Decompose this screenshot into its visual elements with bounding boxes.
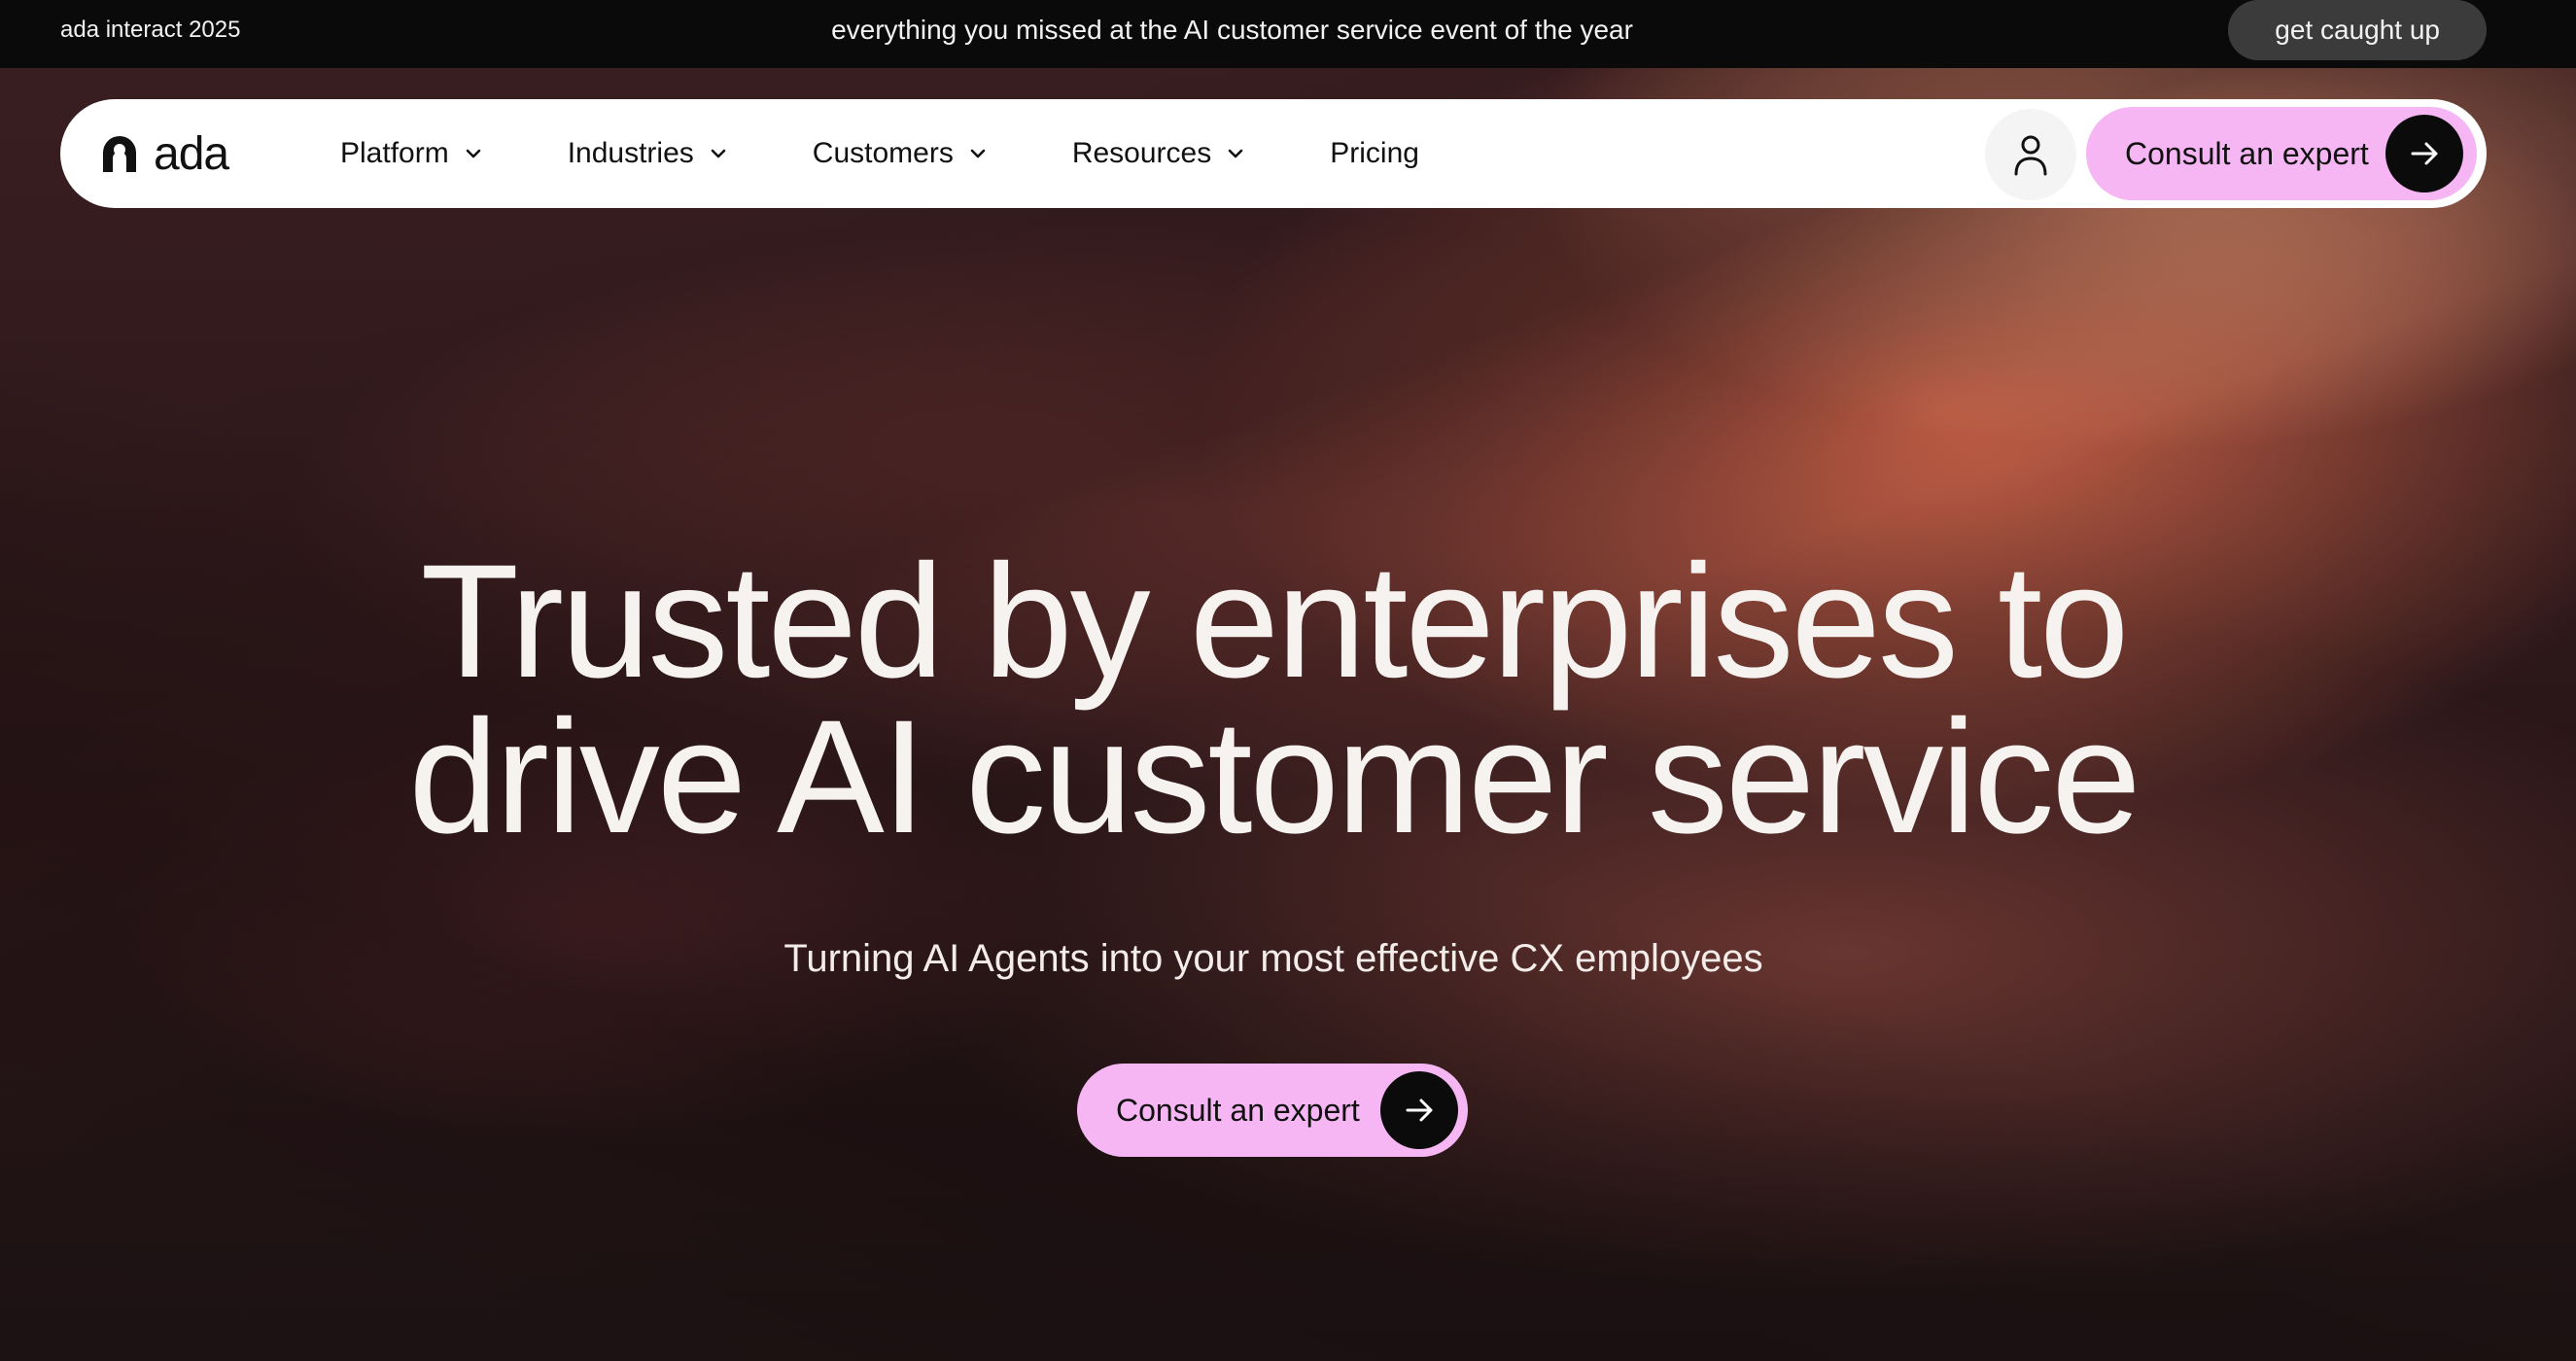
main-navbar: ada Platform Industries Customers Resour…	[60, 99, 2487, 208]
consult-expert-button-nav[interactable]: Consult an expert	[2086, 107, 2477, 200]
nav-item-pricing[interactable]: Pricing	[1330, 137, 1419, 170]
nav-item-label: Industries	[567, 137, 694, 169]
chevron-down-icon	[463, 143, 484, 164]
logo-wordmark: ada	[154, 127, 229, 180]
ada-logo-icon	[103, 136, 136, 172]
ada-logo[interactable]: ada	[99, 127, 229, 180]
nav-item-label: Pricing	[1330, 137, 1419, 169]
hero-headline: Trusted by enterprises to drive AI custo…	[0, 541, 2547, 858]
arrow-right-icon	[2385, 115, 2463, 192]
get-caught-up-button[interactable]: get caught up	[2228, 0, 2487, 60]
headline-line-2: drive AI customer service	[408, 687, 2141, 867]
chevron-down-icon	[967, 143, 989, 164]
nav-item-label: Customers	[812, 137, 954, 169]
announcement-text[interactable]: everything you missed at the AI customer…	[0, 0, 2464, 60]
chevron-down-icon	[708, 143, 729, 164]
headline-line-1: Trusted by enterprises to	[420, 532, 2130, 712]
account-button[interactable]	[1985, 109, 2076, 200]
nav-item-platform[interactable]: Platform	[340, 137, 484, 170]
cta-label: Consult an expert	[1116, 1092, 1360, 1128]
nav-item-resources[interactable]: Resources	[1072, 137, 1246, 170]
nav-item-industries[interactable]: Industries	[568, 137, 729, 170]
user-icon	[2014, 135, 2047, 176]
arrow-right-icon	[1380, 1071, 1458, 1149]
hero-subheadline: Turning AI Agents into your most effecti…	[783, 937, 1763, 980]
consult-expert-button-hero[interactable]: Consult an expert	[1077, 1064, 1468, 1157]
primary-nav: Platform Industries Customers Resources …	[340, 99, 1503, 208]
announcement-bar: ada interact 2025 everything you missed …	[0, 0, 2576, 68]
cta-label: Consult an expert	[2125, 135, 2369, 171]
nav-item-label: Resources	[1071, 137, 1212, 169]
nav-item-customers[interactable]: Customers	[813, 137, 989, 170]
nav-item-label: Platform	[340, 137, 449, 169]
chevron-down-icon	[1225, 143, 1246, 164]
